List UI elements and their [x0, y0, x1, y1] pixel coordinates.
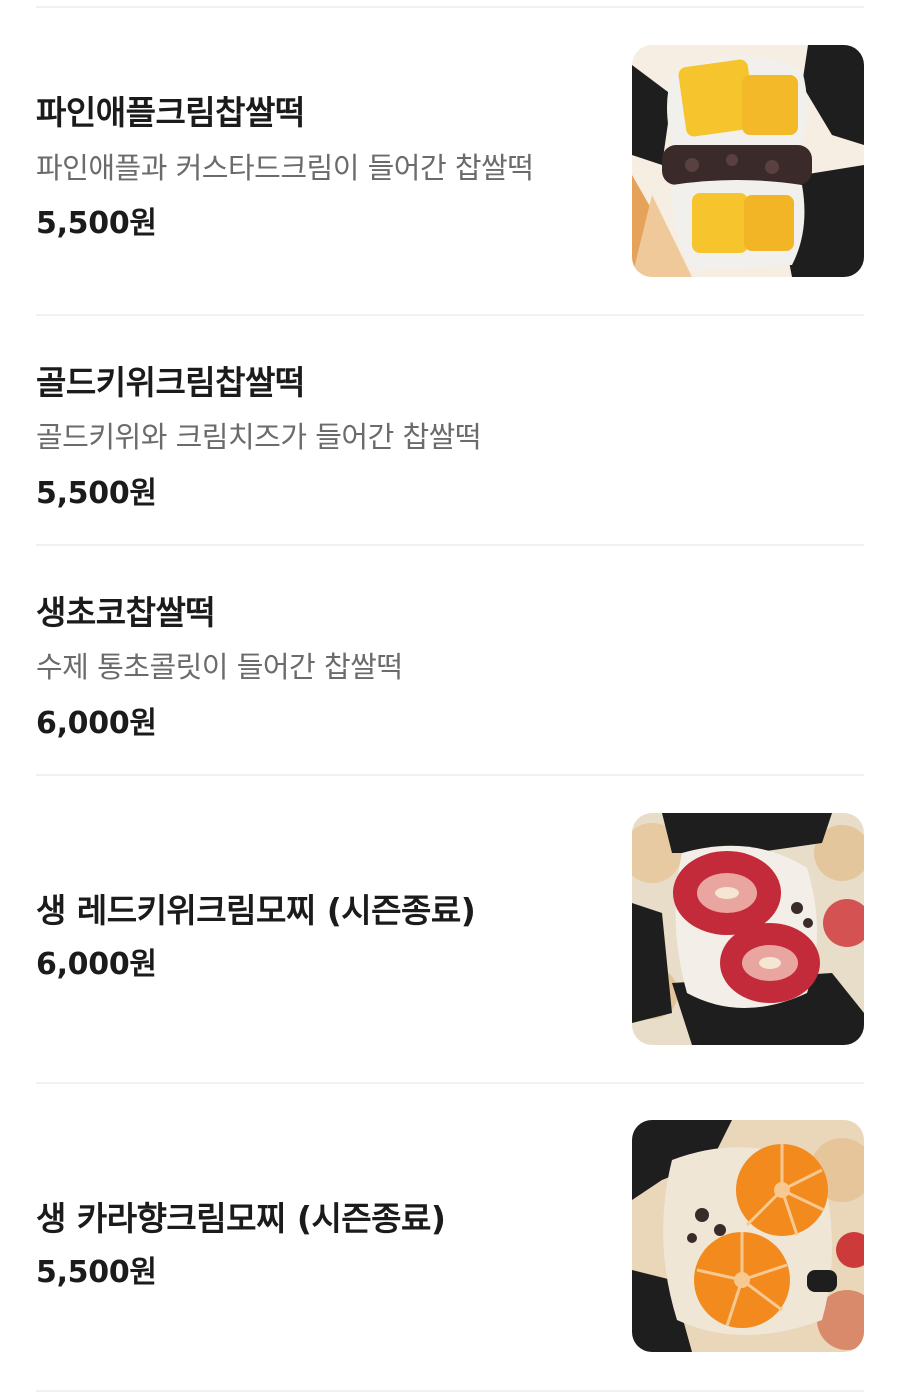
menu-item-name: 생 레드키위크림모찌 (시즌종료): [36, 891, 476, 930]
pineapple-mochi-photo[interactable]: [632, 45, 864, 277]
menu-item-gold-kiwi[interactable]: 골드키위크림찹쌀떡 골드키위와 크림치즈가 들어간 찹쌀떡 5,500원: [0, 316, 900, 546]
menu-item-description: 골드키위와 크림치즈가 들어간 찹쌀떡: [36, 420, 482, 454]
red-kiwi-mochi-photo[interactable]: [632, 813, 864, 1045]
menu-item-karahyang[interactable]: 생 카라향크림모찌 (시즌종료) 5,500원: [0, 1084, 900, 1393]
menu-item-red-kiwi[interactable]: 생 레드키위크림모찌 (시즌종료) 6,000원: [0, 776, 900, 1084]
menu-item-chocolate[interactable]: 생초코찹쌀떡 수제 통초콜릿이 들어간 찹쌀떡 6,000원: [0, 546, 900, 776]
menu-item-price: 6,000원: [36, 706, 157, 741]
menu-item-name: 생초코찹쌀떡: [36, 593, 216, 632]
menu-item-price: 5,500원: [36, 1255, 157, 1290]
menu-item-description: 파인애플과 커스타드크림이 들어간 찹쌀떡: [36, 151, 534, 185]
menu-item-name: 파인애플크림찹쌀떡: [36, 93, 305, 132]
menu-item-name: 골드키위크림찹쌀떡: [36, 363, 305, 402]
menu-item-price: 5,500원: [36, 476, 157, 511]
menu-item-price: 5,500원: [36, 206, 157, 241]
menu-item-description: 수제 통초콜릿이 들어간 찹쌀떡: [36, 650, 403, 684]
karahyang-mochi-photo[interactable]: [632, 1120, 864, 1352]
menu-item-pineapple[interactable]: 파인애플크림찹쌀떡 파인애플과 커스타드크림이 들어간 찹쌀떡 5,500원: [0, 0, 900, 316]
menu-item-name: 생 카라향크림모찌 (시즌종료): [36, 1199, 446, 1238]
divider: [36, 1390, 864, 1392]
menu-item-price: 6,000원: [36, 947, 157, 982]
